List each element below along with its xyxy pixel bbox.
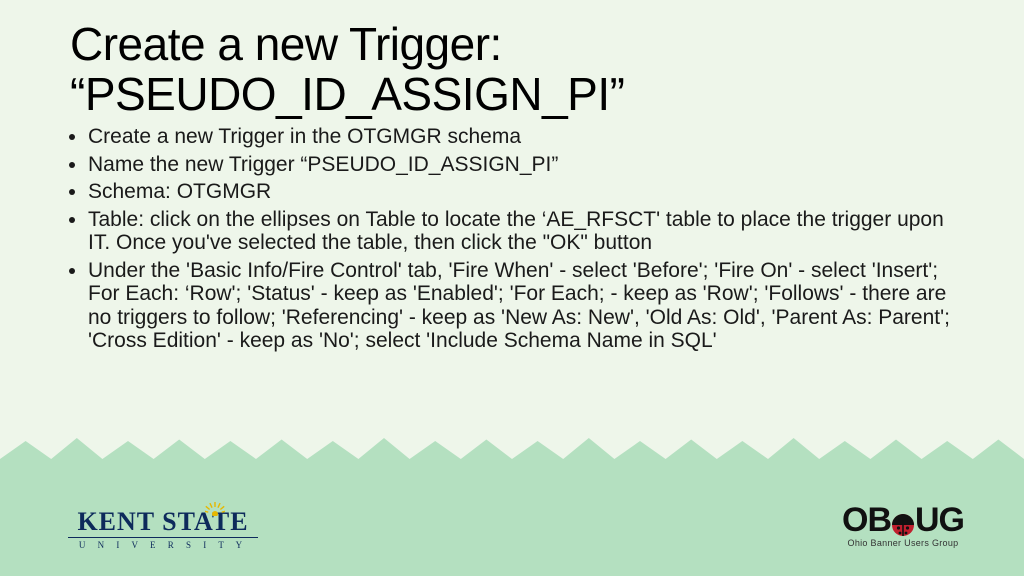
ladybug-icon (890, 508, 916, 534)
bullet-item: Table: click on the ellipses on Table to… (88, 208, 954, 255)
kent-state-wordmark: KENT STATE (77, 507, 248, 537)
obug-sub-text: Ohio Banner Users Group (842, 538, 964, 548)
bullet-item: Create a new Trigger in the OTGMGR schem… (88, 125, 954, 149)
slide: Create a new Trigger: “PSEUDO_ID_ASSIGN_… (0, 0, 1024, 576)
kent-sub-text: U N I V E R S I T Y (68, 537, 258, 550)
obug-b: B (867, 501, 891, 540)
title-line-2: “PSEUDO_ID_ASSIGN_PI” (70, 68, 624, 120)
sun-icon (205, 493, 225, 507)
bullet-item: Schema: OTGMGR (88, 180, 954, 204)
obug-o: O (842, 501, 867, 540)
obug-wordmark: OB UG (842, 501, 964, 540)
bullet-list: Create a new Trigger in the OTGMGR schem… (70, 125, 954, 353)
obug-logo: OB UG Ohio Banner Users Group (842, 501, 964, 548)
kent-state-logo: KENT STATE U N I V E R S I T Y (58, 507, 268, 550)
bullet-item: Under the 'Basic Info/Fire Control' tab,… (88, 259, 954, 353)
slide-title: Create a new Trigger: “PSEUDO_ID_ASSIGN_… (70, 20, 954, 119)
obug-ug: UG (915, 501, 964, 540)
bullet-item: Name the new Trigger “PSEUDO_ID_ASSIGN_P… (88, 153, 954, 177)
title-line-1: Create a new Trigger: (70, 18, 502, 70)
